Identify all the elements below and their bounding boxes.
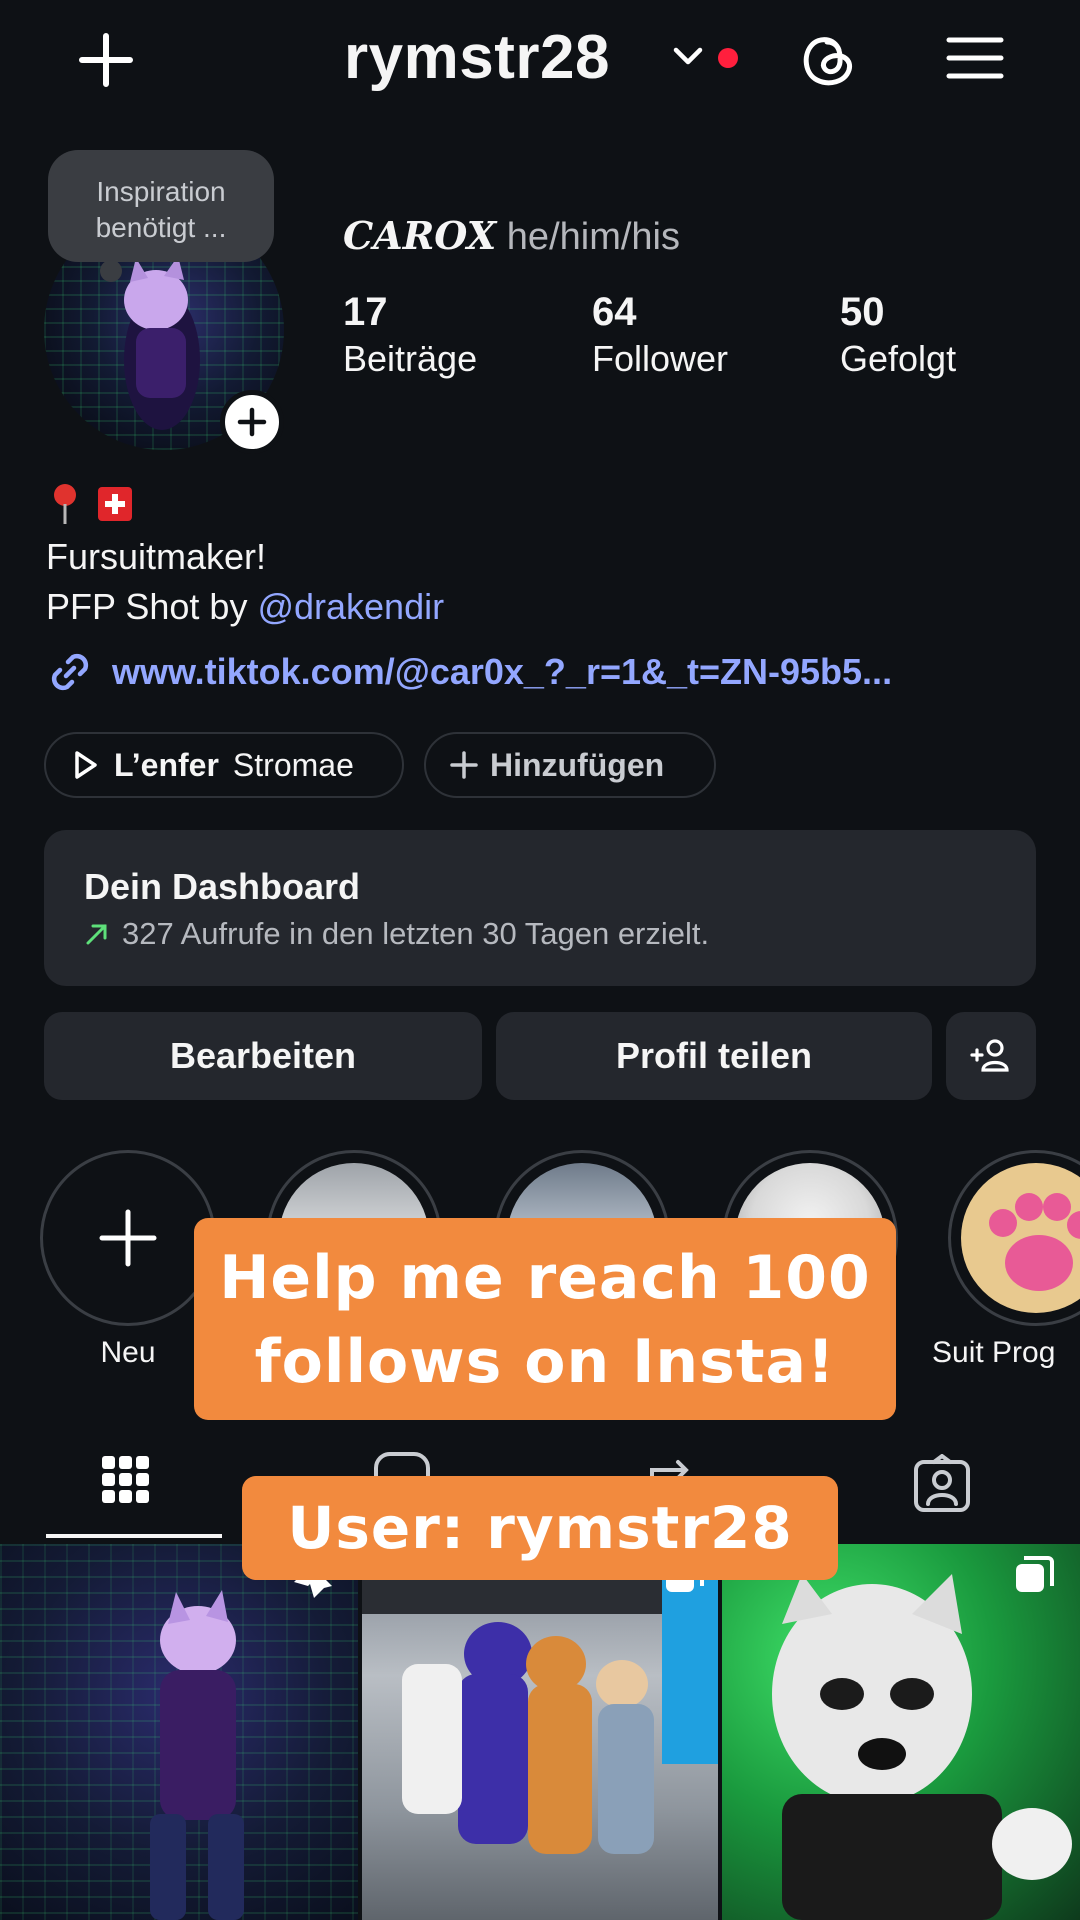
stat-value: 17 <box>343 290 388 334</box>
add-story-button[interactable] <box>220 390 284 454</box>
pronouns: he/him/his <box>506 216 680 258</box>
share-profile-label: Profil teilen <box>615 1035 813 1076</box>
hamburger-menu-icon <box>946 37 1004 79</box>
music-title: L’enfer <box>114 746 219 783</box>
trending-up-arrow-icon <box>86 924 107 945</box>
tab-grid[interactable] <box>100 1454 164 1518</box>
create-post-button[interactable] <box>70 30 142 90</box>
link-icon <box>51 653 89 691</box>
post-thumbnail[interactable] <box>0 1544 358 1920</box>
tab-tagged[interactable] <box>912 1453 976 1518</box>
plus-icon <box>450 751 478 779</box>
post-thumbnail[interactable] <box>362 1544 718 1920</box>
bio-line-2: PFP Shot by @drakendir <box>46 584 444 630</box>
account-username[interactable]: rymstr28 <box>344 22 610 94</box>
promo-line-2: follows on Insta! <box>254 1327 836 1397</box>
add-person-icon <box>970 1039 1009 1072</box>
stat-posts[interactable]: 17 Beiträge <box>343 288 477 382</box>
dashboard-subtitle: 327 Aufrufe in den letzten 30 Tagen erzi… <box>84 916 709 952</box>
profile-name: CAROX he/him/his <box>343 212 680 261</box>
active-tab-indicator <box>46 1534 222 1538</box>
threads-button[interactable] <box>792 24 862 94</box>
edit-profile-label: Bearbeiten <box>169 1035 357 1076</box>
bio-link[interactable]: www.tiktok.com/@car0x_?_r=1&_t=ZN-95b5..… <box>46 648 892 696</box>
link-text[interactable]: www.tiktok.com/@car0x_?_r=1&_t=ZN-95b5..… <box>112 651 892 693</box>
highlight-suit-progress[interactable] <box>948 1150 1080 1326</box>
display-name: CAROX <box>343 213 497 258</box>
add-pill-label: Hinzufügen <box>490 746 665 783</box>
add-pill[interactable]: Hinzufügen <box>424 732 716 798</box>
professional-dashboard[interactable]: Dein Dashboard 327 Aufrufe in den letzte… <box>44 830 1036 986</box>
note-bubble[interactable]: Inspiration benötigt ... <box>48 150 274 282</box>
highlight-label: Suit Prog <box>932 1336 1056 1369</box>
stat-value: 50 <box>840 290 885 334</box>
threads-icon <box>803 37 853 86</box>
note-text: Inspiration benötigt ... <box>95 176 227 243</box>
highlight-label: Neu <box>100 1336 156 1369</box>
highlight-new[interactable] <box>40 1150 216 1326</box>
play-icon <box>75 751 97 779</box>
plus-icon <box>99 1209 157 1267</box>
chevron-down-icon[interactable] <box>670 38 706 74</box>
stat-value: 64 <box>592 290 637 334</box>
menu-button[interactable] <box>944 30 1006 86</box>
bio-emojis <box>50 482 132 526</box>
music-pill[interactable]: L’enfer Stromae <box>44 732 404 798</box>
bio-line-1: Fursuitmaker! <box>46 536 267 577</box>
music-artist: Stromae <box>232 746 354 783</box>
mention-link[interactable]: @drakendir <box>257 586 444 627</box>
notification-dot <box>718 48 738 68</box>
top-bar: rymstr28 <box>0 0 1080 118</box>
share-profile-button[interactable]: Profil teilen <box>496 1012 932 1100</box>
user-overlay: User: rymstr28 <box>242 1476 838 1580</box>
stat-label: Gefolgt <box>840 338 957 379</box>
grid-icon <box>102 1456 149 1503</box>
stat-followers[interactable]: 64 Follower <box>592 288 728 382</box>
stat-label: Follower <box>592 338 729 379</box>
post-thumbnail[interactable] <box>722 1544 1080 1920</box>
dashboard-views: 327 Aufrufe in den letzten 30 Tagen erzi… <box>122 916 710 951</box>
bio-text: PFP Shot by <box>46 586 258 627</box>
stat-label: Beiträge <box>343 338 478 379</box>
tagged-icon <box>914 1453 970 1512</box>
swiss-flag-icon <box>98 487 132 521</box>
dashboard-title: Dein Dashboard <box>84 866 361 907</box>
multiple-photos-icon <box>1016 1556 1054 1592</box>
plus-icon <box>237 407 267 437</box>
edit-profile-button[interactable]: Bearbeiten <box>44 1012 482 1100</box>
plus-icon <box>79 33 133 87</box>
promo-line-1: Help me reach 100 <box>219 1243 871 1313</box>
discover-people-button[interactable] <box>946 1012 1036 1100</box>
promo-overlay: Help me reach 100 follows on Insta! <box>194 1218 896 1420</box>
stat-following[interactable]: 50 Gefolgt <box>840 288 956 382</box>
pin-icon <box>54 484 76 524</box>
user-overlay-text: User: rymstr28 <box>287 1494 793 1562</box>
